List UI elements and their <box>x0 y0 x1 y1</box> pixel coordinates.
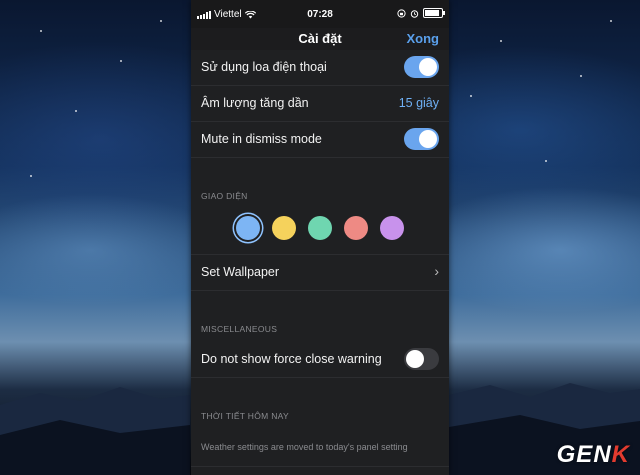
star <box>470 95 472 97</box>
set-wallpaper-label: Set Wallpaper <box>201 265 280 279</box>
color-swatch-purple[interactable] <box>380 216 404 240</box>
star <box>500 40 502 42</box>
color-swatch-yellow[interactable] <box>272 216 296 240</box>
star <box>40 30 42 32</box>
volume-setting-row[interactable]: Âm lượng tăng dần 15 giây <box>191 86 449 122</box>
status-bar: Viettel 07:28 <box>191 0 449 28</box>
toggle-knob <box>406 350 424 368</box>
weather-note-text: Weather settings are moved to today's pa… <box>201 442 408 452</box>
color-swatch-blue[interactable] <box>236 216 260 240</box>
weather-note-row: Weather settings are moved to today's pa… <box>191 429 449 467</box>
star <box>580 75 582 77</box>
toggle-knob <box>419 58 437 76</box>
mute-setting-label: Mute in dismiss mode <box>201 132 322 146</box>
color-swatch-green[interactable] <box>308 216 332 240</box>
nav-bar: Cài đặt Xong <box>191 28 449 50</box>
settings-panel: Viettel 07:28 Cài đặt Xong Sử dụng loa đ… <box>191 0 449 475</box>
star <box>75 110 77 112</box>
misc-header-text: MISCELLANEOUS <box>201 324 278 334</box>
speaker-toggle[interactable] <box>404 56 439 78</box>
star <box>120 60 122 62</box>
star <box>160 20 162 22</box>
volume-setting-label: Âm lượng tăng dần <box>201 96 309 110</box>
force-close-row: Do not show force close warning <box>191 342 449 378</box>
speaker-setting-row: Sử dụng loa điện thoại <box>191 50 449 86</box>
battery-icon <box>423 8 445 18</box>
volume-setting-value[interactable]: 15 giây <box>399 96 439 110</box>
weather-header-text: THỜI TIẾT HÔM NAY <box>201 411 289 421</box>
mute-setting-row: Mute in dismiss mode <box>191 122 449 158</box>
logo-text: GEN <box>556 441 612 468</box>
alarm-icon <box>410 9 419 18</box>
speaker-setting-label: Sử dụng loa điện thoại <box>201 60 327 74</box>
misc-section-header: MISCELLANEOUS <box>191 320 449 342</box>
color-picker <box>191 209 449 255</box>
star <box>545 160 547 162</box>
set-wallpaper-row[interactable]: Set Wallpaper › <box>191 255 449 291</box>
star <box>610 20 612 22</box>
force-close-label: Do not show force close warning <box>201 352 382 366</box>
chevron-right-icon: › <box>434 263 439 279</box>
color-swatch-red[interactable] <box>344 216 368 240</box>
logo-accent: K <box>611 441 630 468</box>
appearance-header-text: GIAO DIỆN <box>201 191 248 201</box>
star <box>30 175 32 177</box>
weather-section-header: THỜI TIẾT HÔM NAY <box>191 407 449 429</box>
rotation-lock-icon <box>397 8 406 18</box>
force-close-toggle[interactable] <box>404 348 439 370</box>
genk-logo: GENK <box>557 441 630 469</box>
done-button[interactable]: Xong <box>407 31 440 46</box>
mute-toggle[interactable] <box>404 128 439 150</box>
toggle-knob <box>419 130 437 148</box>
appearance-section-header: GIAO DIỆN <box>191 187 449 209</box>
